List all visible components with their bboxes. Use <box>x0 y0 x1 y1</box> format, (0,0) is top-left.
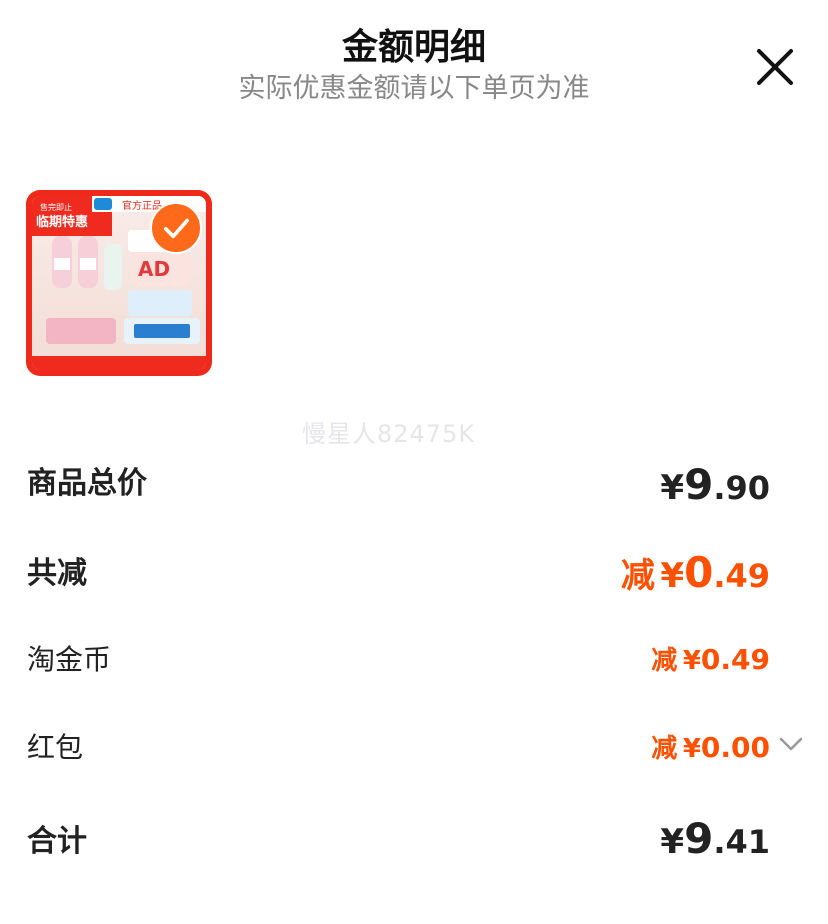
currency-symbol: ¥ <box>660 468 685 508</box>
total-label: 合计 <box>27 824 87 859</box>
currency-symbol: ¥ <box>682 646 701 676</box>
header-subtitle: 实际优惠金额请以下单页为准 <box>238 73 590 104</box>
discount-total-amount: 减 ¥0.49 <box>621 548 770 597</box>
chevron-down-icon[interactable] <box>778 736 804 752</box>
discount-prefix: 减 <box>651 646 678 676</box>
amount-integer: 0 <box>700 643 721 676</box>
amount-integer: 0 <box>700 731 721 764</box>
badge-clearance: 临期特惠 <box>36 214 88 230</box>
amount-integer: 9 <box>684 814 714 863</box>
currency-symbol: ¥ <box>660 556 685 596</box>
amount-decimal: .49 <box>720 643 770 676</box>
redpacket-amount[interactable]: 减 ¥0.00 <box>651 728 770 765</box>
discount-prefix: 减 <box>651 734 678 764</box>
total-amount: ¥9.41 <box>660 814 770 863</box>
discount-prefix: 减 <box>620 556 655 596</box>
amount-decimal: .41 <box>713 823 770 861</box>
header-title: 金额明细 <box>341 27 486 68</box>
currency-symbol: ¥ <box>682 734 701 764</box>
check-icon[interactable] <box>150 202 202 254</box>
currency-symbol: ¥ <box>660 822 685 862</box>
redpacket-label: 红包 <box>27 731 84 764</box>
subtotal-label: 商品总价 <box>27 466 147 501</box>
amount-decimal: .90 <box>713 469 770 507</box>
amount-integer: 9 <box>684 460 714 509</box>
svg-text:AD: AD <box>138 257 170 281</box>
amount-decimal: .49 <box>713 557 770 595</box>
amount-integer: 0 <box>684 548 714 597</box>
close-icon[interactable] <box>752 44 798 90</box>
coins-amount: 减 ¥0.49 <box>651 640 770 677</box>
watermark: 慢星人82475K <box>302 420 476 448</box>
subtotal-amount: ¥9.90 <box>660 460 770 509</box>
discount-total-label: 共减 <box>27 556 87 591</box>
coins-label: 淘金币 <box>27 643 112 676</box>
badge-sellout: 售完即止 <box>40 202 72 212</box>
amount-decimal: .00 <box>720 731 770 764</box>
